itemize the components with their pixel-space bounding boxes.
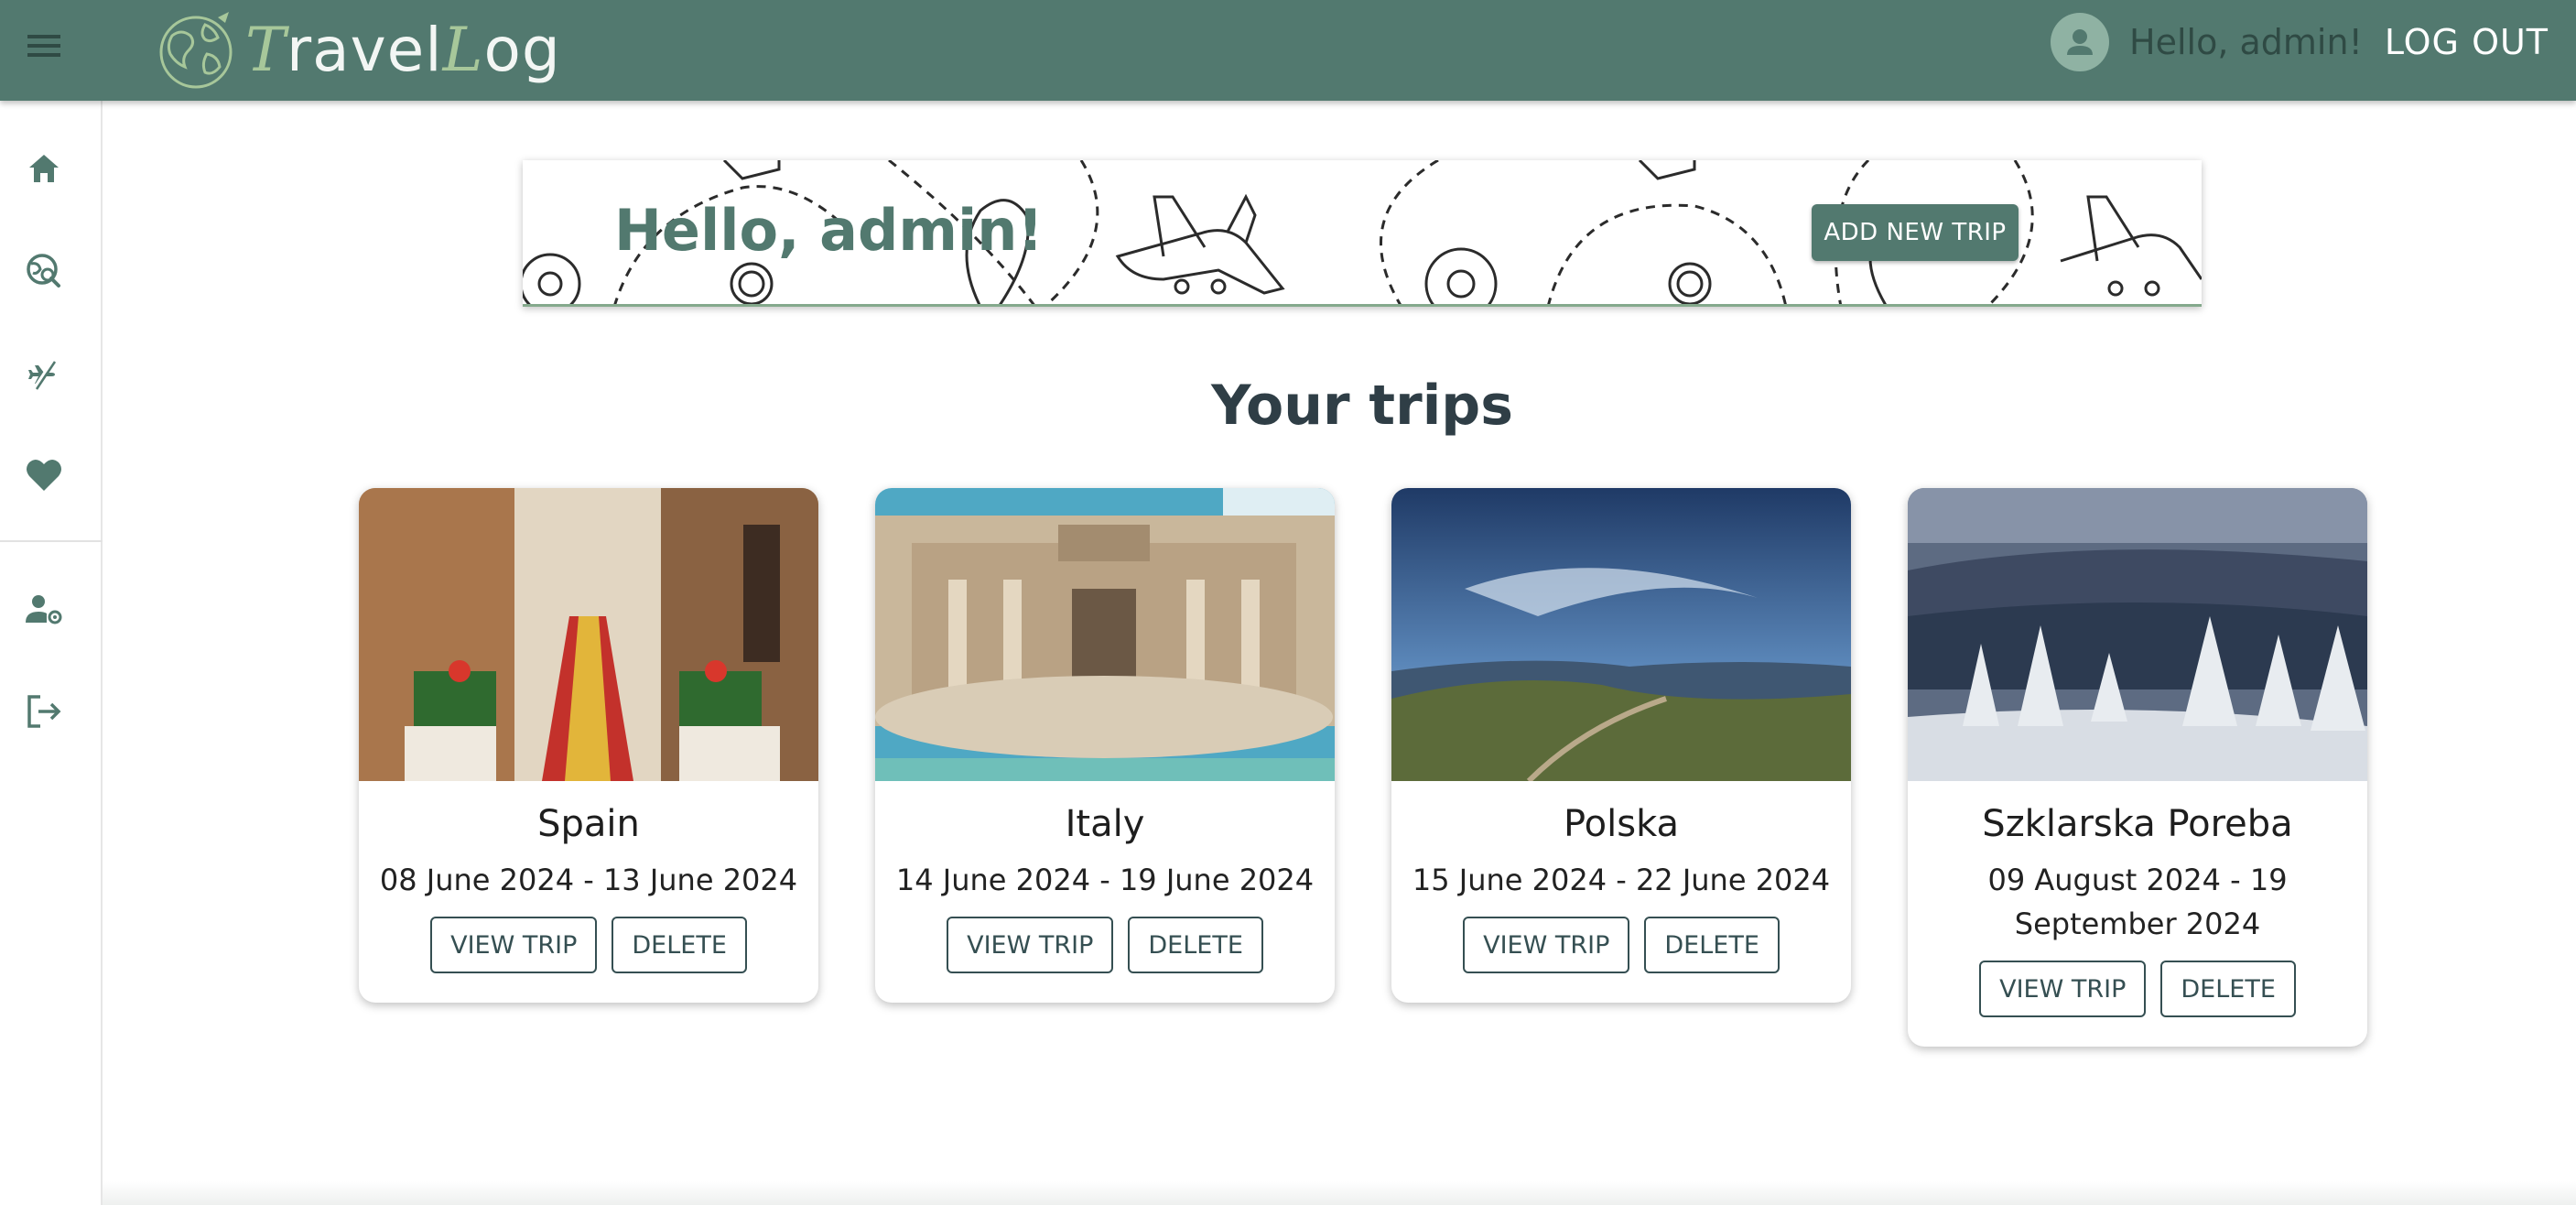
logout-icon [27,695,61,728]
trip-dates: 09 August 2024 - 19 September 2024 [1987,863,2288,941]
account-icon [2067,29,2094,55]
trip-name: Polska [1563,803,1680,845]
add-new-trip-button[interactable]: ADD NEW TRIP [1812,204,2019,261]
trip-dates: 14 June 2024 - 19 June 2024 [895,863,1315,897]
sidebar-item-home[interactable] [18,144,70,195]
trip-card-spain: Spain 08 June 2024 - 13 June 2024 VIEW T… [359,488,818,1003]
home-icon [29,155,59,182]
view-trip-button[interactable]: VIEW TRIP [1979,961,2147,1017]
globe-logo-icon [159,12,233,89]
view-trip-button[interactable]: VIEW TRIP [947,917,1114,973]
trip-card-italy: Italy 14 June 2024 - 19 June 2024 VIEW T… [875,488,1335,1003]
app-name: TravelLog [245,15,561,85]
user-area: Hello, admin! LOG OUT [2051,0,2549,84]
sidebar-item-logout[interactable] [18,686,70,737]
delete-trip-button[interactable]: DELETE [612,917,747,973]
delete-trip-button[interactable]: DELETE [2160,961,2296,1017]
sidebar-item-trips[interactable] [18,347,70,398]
page-footer-shade [103,1181,2576,1205]
banner-greeting: Hello, admin! [614,197,1044,264]
trip-name: Szklarska Poreba [1982,803,2293,845]
logout-button[interactable]: LOG OUT [2385,22,2549,62]
trip-image-polska [1391,488,1851,781]
welcome-banner: Hello, admin! ADD NEW TRIP [523,160,2202,307]
app-logo[interactable]: TravelLog [154,0,561,101]
trip-name: Spain [537,803,640,845]
view-trip-button[interactable]: VIEW TRIP [430,917,598,973]
sidebar-item-favorites[interactable] [18,449,70,500]
trip-card-polska: Polska 15 June 2024 - 22 June 2024 VIEW … [1391,488,1851,1003]
delete-trip-button[interactable]: DELETE [1128,917,1263,973]
menu-button[interactable] [18,20,70,71]
trip-card-szklarska-poreba: Szklarska Poreba 09 August 2024 - 19 Sep… [1908,488,2367,1047]
trip-image-szklarska-poreba [1908,488,2367,781]
sidebar-item-explore[interactable] [18,245,70,297]
sidebar-item-account-settings[interactable] [18,584,70,635]
top-app-bar: TravelLog Hello, admin! LOG OUT [0,0,2576,101]
user-greeting: Hello, admin! [2129,22,2363,62]
view-trip-button[interactable]: VIEW TRIP [1463,917,1630,973]
trip-name: Italy [1065,803,1145,845]
flight-icon [28,359,57,390]
delete-trip-button[interactable]: DELETE [1644,917,1780,973]
menu-icon [27,35,60,57]
trip-dates: 08 June 2024 - 13 June 2024 [379,863,798,897]
user-settings-icon [26,595,62,624]
sidebar-divider [0,540,103,542]
trip-dates: 15 June 2024 - 22 June 2024 [1412,863,1831,897]
heart-icon [27,459,61,491]
globe-search-icon [27,254,60,288]
trip-image-spain [359,488,818,781]
sidebar-nav [0,101,103,1205]
section-title: Your trips [1211,374,1513,438]
trip-image-italy [875,488,1335,781]
avatar[interactable] [2051,13,2110,71]
